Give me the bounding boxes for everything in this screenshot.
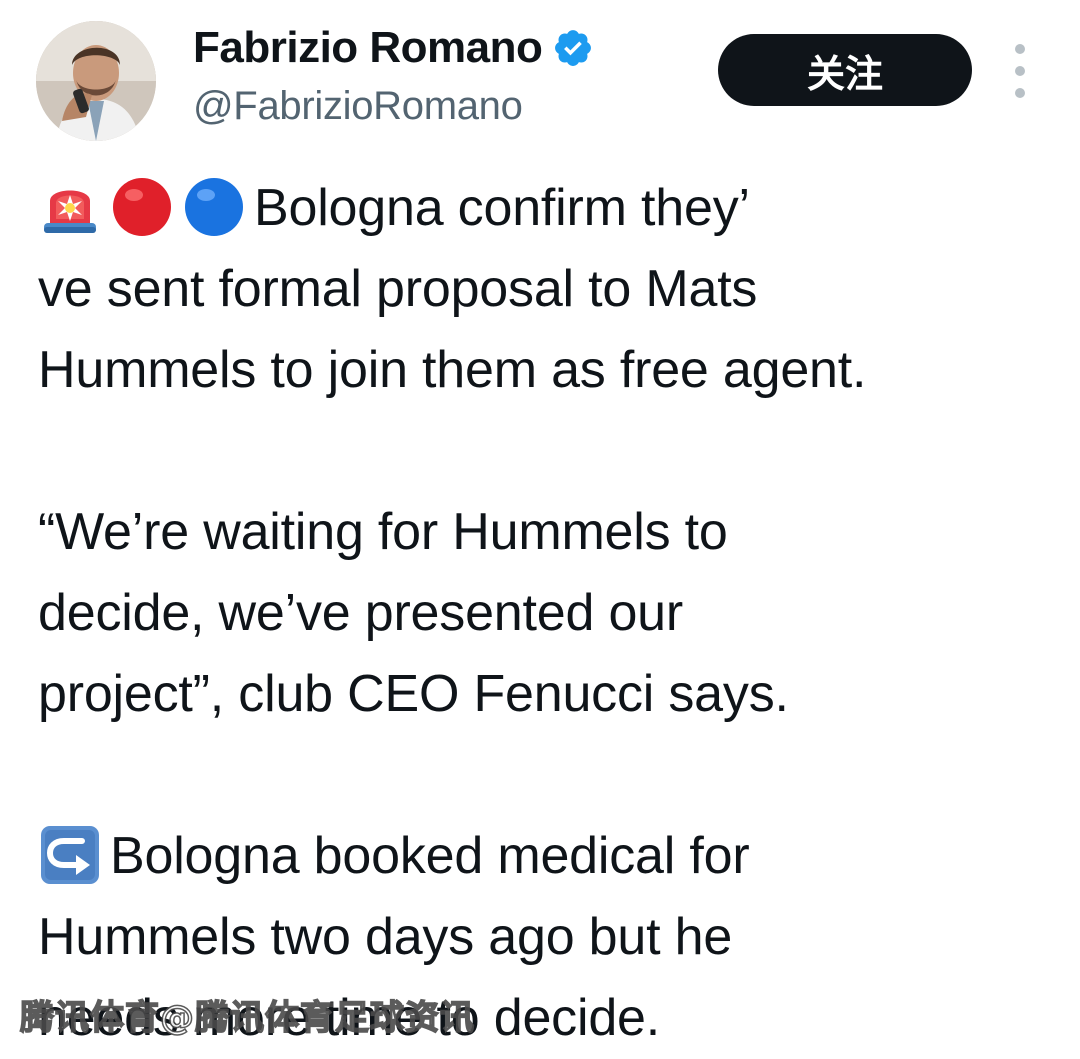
verified-badge-icon[interactable] xyxy=(552,27,594,69)
follow-button[interactable]: 关注 xyxy=(718,34,972,106)
tweet-line: Hummels to join them as free agent. xyxy=(38,341,867,399)
more-dot xyxy=(1015,44,1025,54)
author-handle[interactable]: @FabrizioRomano xyxy=(193,84,523,129)
more-dot xyxy=(1015,66,1025,76)
tweet-line: project”, club CEO Fenucci says. xyxy=(38,665,789,723)
tweet-line: Bologna booked medical for xyxy=(38,816,1048,897)
blue-circle-icon xyxy=(182,175,246,239)
display-name[interactable]: Fabrizio Romano xyxy=(193,23,543,73)
tweet-line-text: Bologna booked medical for xyxy=(110,827,750,885)
tweet-line: Hummels two days ago but he xyxy=(38,908,733,966)
display-name-row: Fabrizio Romano xyxy=(193,22,594,74)
more-vertical-icon[interactable] xyxy=(1005,44,1035,98)
right-arrow-curving-left-icon xyxy=(38,823,102,887)
red-circle-icon xyxy=(110,175,174,239)
more-dot xyxy=(1015,88,1025,98)
tweet-header: Fabrizio Romano @FabrizioRomano 关注 xyxy=(0,0,1080,150)
profile-photo xyxy=(36,21,156,141)
tweet-line: Bologna confirm they’ xyxy=(38,168,1048,249)
tweet-text: Bologna confirm they’ ve sent formal pro… xyxy=(38,168,1048,1059)
rotating-light-icon xyxy=(38,175,102,239)
tweet-line: decide, we’ve presented our xyxy=(38,584,684,642)
tweet-line: needs more time to decide. xyxy=(38,989,661,1047)
tweet-line: ve sent formal proposal to Mats xyxy=(38,260,758,318)
tweet-line-text: Bologna confirm they’ xyxy=(254,179,750,237)
tweet-line: “We’re waiting for Hummels to xyxy=(38,503,728,561)
author-avatar[interactable] xyxy=(36,21,156,141)
